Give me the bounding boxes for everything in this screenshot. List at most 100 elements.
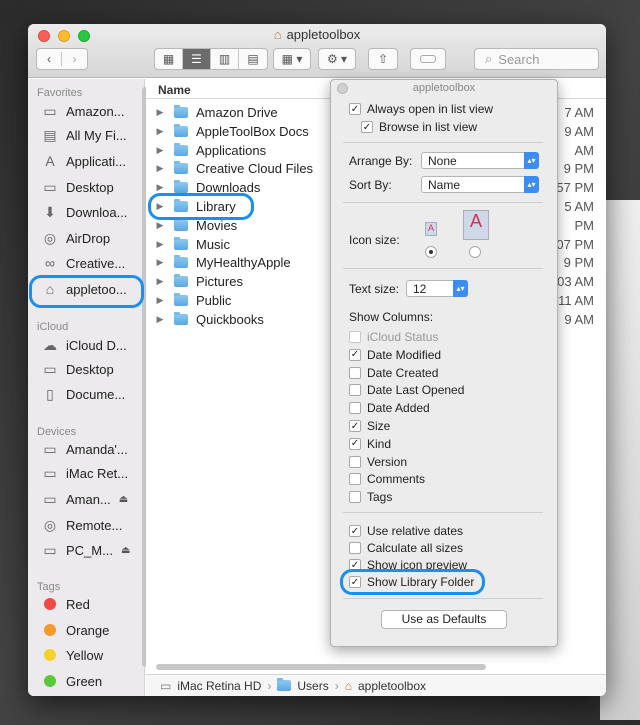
small-icon-radio[interactable]: [425, 246, 437, 258]
eject-icon[interactable]: ⏏: [119, 494, 128, 505]
date-modified: 9 AM: [564, 123, 594, 139]
checkbox-icon: ✓: [349, 525, 361, 537]
sidebar-item-devices-4[interactable]: ▭ PC_M... ⏏: [40, 540, 140, 560]
disclosure-triangle-icon[interactable]: ▶: [146, 182, 174, 193]
forward-button[interactable]: ›: [62, 52, 87, 66]
sidebar-item-devices-3[interactable]: ◎ Remote...: [40, 515, 140, 535]
tag-color-dot: [44, 624, 56, 636]
sidebar-item-favorites-3[interactable]: ▭ Desktop: [40, 177, 140, 197]
option-checkbox-1[interactable]: Calculate all sizes: [349, 541, 463, 555]
disclosure-triangle-icon[interactable]: ▶: [146, 220, 174, 231]
disclosure-triangle-icon[interactable]: ▶: [146, 163, 174, 174]
action-button[interactable]: ⚙ ▾: [318, 48, 356, 70]
sidebar-item-devices-1[interactable]: ▭ iMac Ret...: [40, 463, 140, 483]
option-checkbox-0[interactable]: ✓ Use relative dates: [349, 524, 463, 538]
checkbox-icon: [349, 542, 361, 554]
file-name: Music: [196, 236, 230, 252]
list-view-icon[interactable]: ☰: [183, 49, 211, 69]
date-modified: 9 PM: [563, 161, 594, 177]
checkmark-icon: ✓: [361, 121, 373, 133]
arrange-by-select[interactable]: None ▴▾: [421, 152, 539, 169]
use-as-defaults-button[interactable]: Use as Defaults: [381, 610, 507, 629]
back-button[interactable]: ‹: [37, 52, 63, 66]
icon-view-icon[interactable]: ▦: [155, 49, 183, 69]
disclosure-triangle-icon[interactable]: ▶: [146, 257, 174, 268]
column-view-icon[interactable]: ▥: [211, 49, 239, 69]
downloads-icon: ⬇: [44, 203, 56, 220]
disclosure-triangle-icon[interactable]: ▶: [146, 276, 174, 287]
all-files-icon: ▤: [43, 126, 57, 143]
column-checkbox-4[interactable]: Date Added: [349, 401, 430, 415]
path-item-drive[interactable]: iMac Retina HD: [177, 679, 261, 693]
sidebar-item-label: iCloud D...: [66, 337, 127, 353]
gear-icon: ⚙ ▾: [326, 52, 348, 66]
large-icon-radio[interactable]: [469, 246, 481, 258]
sidebar-tag-2[interactable]: Yellow: [40, 645, 140, 665]
desktop-icon: ▭: [43, 360, 57, 377]
disclosure-triangle-icon[interactable]: ▶: [146, 314, 174, 325]
column-checkbox-7[interactable]: Version: [349, 455, 407, 469]
disclosure-triangle-icon[interactable]: ▶: [146, 126, 174, 137]
disclosure-triangle-icon[interactable]: ▶: [146, 145, 174, 156]
small-app-icon: A: [425, 222, 437, 236]
checkbox-icon: ✓: [349, 420, 361, 432]
sidebar-item-favorites-0[interactable]: ▭ Amazon...: [40, 101, 140, 121]
folder-icon: [174, 236, 188, 250]
sidebar-tag-3[interactable]: Green: [40, 671, 140, 691]
column-checkbox-1[interactable]: ✓ Date Modified: [349, 348, 441, 362]
sidebar-item-favorites-2[interactable]: A Applicati...: [40, 151, 140, 171]
group-by-button[interactable]: ▦ ▾: [273, 48, 311, 70]
path-item-home[interactable]: appletoolbox: [358, 679, 426, 693]
sidebar-item-favorites-5[interactable]: ◎ AirDrop: [40, 228, 140, 248]
sidebar-item-favorites-1[interactable]: ▤ All My Fi...: [40, 125, 140, 145]
checkbox-label: Date Created: [367, 365, 439, 380]
column-checkbox-6[interactable]: ✓ Kind: [349, 437, 391, 451]
folder-icon: [174, 180, 188, 194]
always-open-list-checkbox[interactable]: ✓ Always open in list view: [349, 102, 493, 116]
sidebar-item-icloud-0[interactable]: ☁ iCloud D...: [40, 335, 140, 355]
divider: [343, 268, 543, 269]
text-size-select[interactable]: 12 ▴▾: [406, 280, 468, 297]
sidebar-item-icloud-2[interactable]: ▯ Docume...: [40, 384, 140, 404]
airdrop-icon: ◎: [43, 229, 57, 246]
checkbox-icon: [349, 331, 361, 343]
folder-icon: [174, 311, 188, 325]
column-checkbox-0[interactable]: iCloud Status: [349, 330, 438, 344]
cover-flow-icon[interactable]: ▤: [239, 49, 267, 69]
sidebar-item-favorites-6[interactable]: ∞ Creative...: [40, 253, 140, 273]
sidebar-item-favorites-4[interactable]: ⬇ Downloa...: [40, 202, 140, 222]
devices-header: Devices: [37, 426, 77, 438]
eject-icon[interactable]: ⏏: [121, 545, 130, 556]
sidebar-item-devices-2[interactable]: ▭ Aman... ⏏: [40, 489, 140, 509]
path-item-users[interactable]: Users: [297, 679, 328, 693]
imac-icon: ▭: [43, 464, 57, 481]
column-checkbox-2[interactable]: Date Created: [349, 366, 438, 380]
folder-icon: [174, 274, 188, 288]
column-checkbox-5[interactable]: ✓ Size: [349, 419, 390, 433]
disclosure-triangle-icon[interactable]: ▶: [146, 295, 174, 306]
sidebar-tag-0[interactable]: Red: [40, 594, 140, 614]
tags-button[interactable]: [410, 48, 446, 70]
browse-list-checkbox[interactable]: ✓ Browse in list view: [361, 120, 477, 134]
sort-by-label: Sort By:: [349, 178, 392, 192]
sidebar-item-icloud-1[interactable]: ▭ Desktop: [40, 359, 140, 379]
sidebar-tag-1[interactable]: Orange: [40, 620, 140, 640]
column-checkbox-9[interactable]: Tags: [349, 490, 392, 504]
sidebar-item-devices-0[interactable]: ▭ Amanda'...: [40, 439, 140, 459]
file-name: Quickbooks: [196, 311, 264, 327]
column-checkbox-8[interactable]: Comments: [349, 472, 425, 486]
group-icon: ▦ ▾: [281, 52, 303, 66]
file-name: Creative Cloud Files: [196, 161, 314, 177]
sort-by-select[interactable]: Name ▴▾: [421, 176, 539, 193]
sidebar-item-label: Creative...: [66, 255, 126, 271]
column-checkbox-3[interactable]: Date Last Opened: [349, 383, 464, 397]
tag-label: Green: [66, 673, 103, 689]
applications-icon: A: [45, 153, 55, 169]
search-field[interactable]: ⌕ Search: [474, 48, 599, 70]
share-button[interactable]: ⇧: [368, 48, 398, 70]
sidebar-item-label: Applicati...: [66, 153, 126, 169]
horizontal-scrollbar[interactable]: [156, 664, 486, 670]
disclosure-triangle-icon[interactable]: ▶: [146, 239, 174, 250]
disclosure-triangle-icon[interactable]: ▶: [146, 107, 174, 118]
icon-size-label: Icon size:: [349, 233, 400, 247]
